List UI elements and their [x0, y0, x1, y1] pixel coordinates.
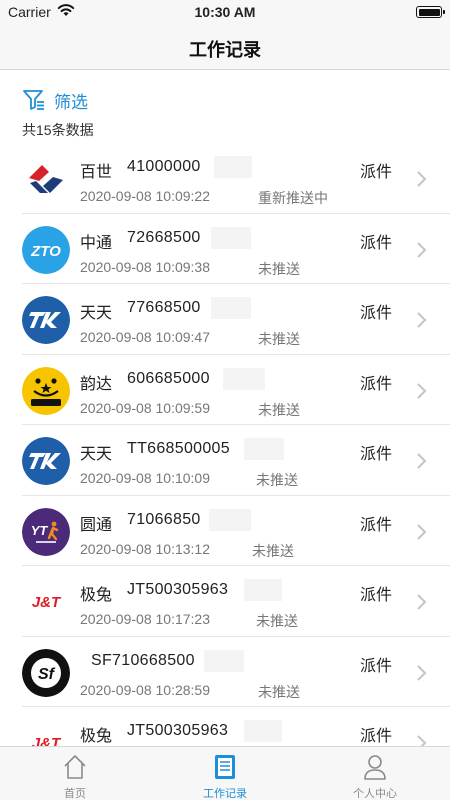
home-icon	[64, 755, 86, 779]
tracking-number: JT500305963	[127, 722, 229, 739]
chevron-right-icon	[417, 241, 427, 258]
record-row[interactable]: 百世 41000000 派件 2020-09-08 10:09:22 重新推送中	[0, 143, 450, 214]
svg-text:J&T: J&T	[32, 594, 62, 611]
tracking-number: 77668500	[127, 299, 201, 316]
status-time: 10:30 AM	[194, 4, 256, 20]
masked-digits	[244, 579, 282, 601]
record-list: 百世 41000000 派件 2020-09-08 10:09:22 重新推送中…	[0, 143, 450, 778]
tracking-number: TT668500005	[127, 440, 230, 457]
masked-digits	[223, 367, 265, 390]
battery-icon	[416, 6, 445, 18]
company-name: 极兔	[80, 587, 113, 604]
chevron-right-icon	[417, 664, 427, 681]
record-type: 派件	[360, 516, 393, 534]
chevron-right-icon	[417, 594, 427, 610]
tab-label: 工作记录	[203, 788, 247, 800]
record-time: 2020-09-08 10:09:59	[80, 399, 210, 416]
push-status: 未推送	[252, 542, 294, 559]
record-icon	[215, 755, 235, 779]
filter-label: 筛选	[54, 92, 88, 112]
record-row[interactable]: 天天 77668500 派件 2020-09-08 10:09:47 未推送	[0, 284, 450, 355]
tracking-number: 606685000	[127, 369, 210, 387]
record-count: 共15条数据	[22, 122, 94, 138]
tiantian-logo	[22, 437, 70, 485]
svg-text:ZTO: ZTO	[30, 243, 61, 260]
company-name: 中通	[80, 234, 113, 252]
tab-label: 个人中心	[353, 788, 397, 800]
tab-label: 首页	[64, 788, 86, 800]
record-row[interactable]: ZTO 中通 72668500 派件 2020-09-08 10:09:38 未…	[0, 214, 450, 285]
push-status: 未推送	[258, 401, 300, 418]
filter-icon	[23, 90, 44, 110]
tracking-number: SF710668500	[91, 651, 195, 669]
nav-bar: 工作记录	[0, 24, 450, 70]
tab-bar: 首页 工作记录 个人中心	[0, 746, 450, 800]
zto-logo: ZTO	[22, 225, 70, 274]
record-type: 派件	[360, 375, 393, 393]
masked-digits	[214, 156, 252, 178]
sf-express-logo: Sf	[22, 648, 70, 697]
masked-digits	[211, 297, 251, 319]
tab-work-record[interactable]: 工作记录	[150, 747, 300, 800]
chevron-right-icon	[417, 312, 427, 328]
record-row[interactable]: J&T 极兔 JT500305963 派件 2020-09-08 10:17:2…	[0, 566, 450, 637]
tab-home[interactable]: 首页	[0, 747, 150, 800]
record-type: 派件	[360, 164, 393, 181]
masked-digits	[204, 649, 244, 672]
status-bar: Carrier 10:30 AM	[0, 0, 450, 24]
chevron-right-icon	[417, 453, 427, 469]
company-name: 天天	[80, 305, 113, 322]
push-status: 未推送	[256, 613, 298, 629]
tracking-number: 71066850	[127, 510, 201, 528]
chevron-right-icon	[417, 382, 427, 399]
push-status: 未推送	[258, 331, 300, 347]
record-time: 2020-09-08 10:09:47	[80, 329, 210, 345]
record-type: 派件	[360, 305, 393, 322]
chevron-right-icon	[417, 523, 427, 540]
record-row[interactable]: YT 圆通 71066850 派件 2020-09-08 10:13:12 未推…	[0, 496, 450, 567]
tiantian-logo	[22, 296, 70, 344]
push-status: 未推送	[258, 260, 300, 277]
tracking-number: 41000000	[127, 158, 201, 175]
tab-profile[interactable]: 个人中心	[300, 747, 450, 800]
company-name: 百世	[80, 164, 113, 181]
record-row[interactable]: 韵达 606685000 派件 2020-09-08 10:09:59 未推送	[0, 355, 450, 426]
page-title: 工作记录	[189, 40, 261, 60]
filter-button[interactable]: 筛选	[22, 88, 88, 112]
masked-digits	[244, 720, 282, 742]
company-name: 极兔	[80, 728, 113, 745]
best-express-logo	[22, 155, 70, 203]
masked-digits	[244, 438, 284, 460]
record-type: 派件	[360, 234, 393, 252]
record-time: 2020-09-08 10:13:12	[80, 540, 210, 557]
masked-digits	[209, 508, 251, 531]
record-type: 派件	[360, 446, 393, 463]
company-name: 圆通	[80, 516, 113, 534]
record-row[interactable]: 天天 TT668500005 派件 2020-09-08 10:10:09 未推…	[0, 425, 450, 496]
profile-icon	[364, 755, 386, 780]
push-status: 重新推送中	[258, 190, 328, 206]
record-type: 派件	[360, 587, 393, 604]
yto-logo: YT	[22, 507, 70, 556]
jt-express-logo: J&T	[22, 578, 70, 626]
record-time: 2020-09-08 10:09:22	[80, 188, 210, 204]
record-time: 2020-09-08 10:17:23	[80, 611, 210, 627]
company-name: 韵达	[80, 375, 113, 393]
push-status: 未推送	[256, 472, 298, 488]
record-time: 2020-09-08 10:28:59	[80, 681, 210, 698]
record-time: 2020-09-08 10:09:38	[80, 258, 210, 275]
record-type: 派件	[360, 728, 393, 745]
tracking-number: JT500305963	[127, 581, 229, 598]
masked-digits	[211, 226, 251, 249]
push-status: 未推送	[258, 683, 300, 700]
record-row[interactable]: Sf SF710668500 派件 2020-09-08 10:28:59 未推…	[0, 637, 450, 708]
company-name: 天天	[80, 446, 113, 463]
record-time: 2020-09-08 10:10:09	[80, 470, 210, 486]
yunda-logo	[22, 366, 70, 415]
tracking-number: 72668500	[127, 228, 201, 246]
chevron-right-icon	[417, 171, 427, 187]
svg-text:Sf: Sf	[38, 666, 56, 683]
record-type: 派件	[360, 657, 393, 675]
svg-text:YT: YT	[31, 523, 49, 538]
